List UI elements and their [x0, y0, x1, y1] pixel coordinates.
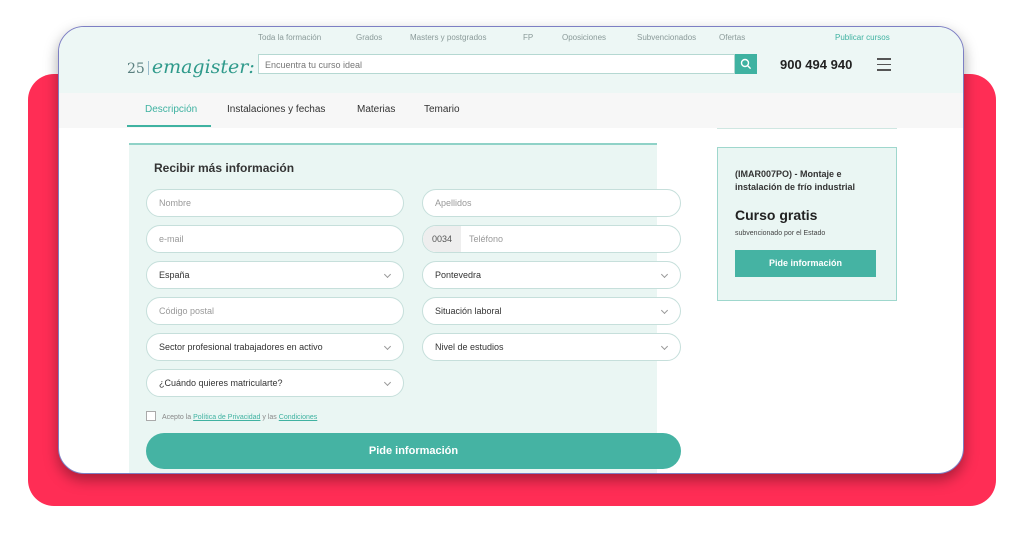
employment-status-select[interactable]: Situación laboral	[422, 297, 681, 325]
country-select[interactable]: España	[146, 261, 404, 289]
privacy-checkbox[interactable]	[146, 411, 156, 421]
site-header: Toda la formación Grados Masters y postg…	[59, 27, 963, 93]
search-box	[258, 54, 735, 74]
course-sidebar-card: (IMAR007PO) - Montaje e instalación de f…	[717, 147, 897, 301]
nav-link-toda-formacion[interactable]: Toda la formación	[258, 33, 321, 42]
site-logo[interactable]: 25 emagister:	[127, 56, 255, 78]
email-field[interactable]: e-mail	[146, 225, 404, 253]
nombre-field[interactable]: Nombre	[146, 189, 404, 217]
chevron-down-icon	[383, 270, 392, 279]
form-title: Recibir más información	[154, 161, 295, 175]
enrollment-time-select[interactable]: ¿Cuándo quieres matricularte?	[146, 369, 404, 397]
tab-descripcion[interactable]: Descripción	[145, 104, 197, 115]
telefono-placeholder: Teléfono	[469, 234, 504, 244]
consent-text-prefix: Acepto la	[162, 414, 194, 421]
search-input[interactable]	[259, 56, 705, 74]
apellidos-placeholder: Apellidos	[435, 198, 472, 208]
course-title: (IMAR007PO) - Montaje e instalación de f…	[735, 169, 856, 192]
province-value: Pontevedra	[435, 270, 482, 280]
country-value: España	[159, 270, 190, 280]
course-subsidy-note: subvencionado por el Estado	[735, 230, 826, 237]
education-level-value: Nivel de estudios	[435, 342, 504, 352]
phone-number[interactable]: 900 494 940	[780, 57, 852, 72]
postal-code-placeholder: Código postal	[159, 306, 215, 316]
employment-status-value: Situación laboral	[435, 306, 502, 316]
nombre-placeholder: Nombre	[159, 198, 192, 208]
nav-link-ofertas[interactable]: Ofertas	[719, 33, 745, 42]
info-request-form: Recibir más información Nombre Apellidos…	[129, 143, 681, 473]
course-price: Curso gratis	[735, 207, 818, 223]
province-select[interactable]: Pontevedra	[422, 261, 681, 289]
logo-divider	[147, 61, 149, 75]
chevron-down-icon	[383, 342, 392, 351]
enrollment-time-value: ¿Cuándo quieres matricularte?	[159, 378, 283, 388]
course-tabs: Descripción Instalaciones y fechas Mater…	[59, 93, 963, 128]
nav-link-fp[interactable]: FP	[523, 33, 533, 42]
nav-link-oposiciones[interactable]: Oposiciones	[562, 33, 606, 42]
professional-sector-select[interactable]: Sector profesional trabajadores en activ…	[146, 333, 404, 361]
phone-prefix: 0034	[423, 226, 461, 252]
telefono-field[interactable]: 0034 Teléfono	[422, 225, 681, 253]
chevron-down-icon	[660, 342, 669, 351]
active-tab-indicator	[127, 125, 211, 127]
nav-link-masters[interactable]: Masters y postgrados	[410, 33, 486, 42]
publish-courses-link[interactable]: Publicar cursos	[835, 33, 890, 42]
browser-screenshot: Toda la formación Grados Masters y postg…	[58, 26, 964, 474]
logo-anniversary-number: 25	[127, 61, 145, 77]
chevron-down-icon	[383, 378, 392, 387]
privacy-consent: Acepto la Política de Privacidad y las C…	[146, 411, 317, 421]
chevron-down-icon	[660, 270, 669, 279]
sidebar-request-button[interactable]: Pide información	[735, 250, 876, 277]
tab-instalaciones-fechas[interactable]: Instalaciones y fechas	[227, 104, 325, 115]
nav-link-subvencionados[interactable]: Subvencionados	[637, 33, 696, 42]
privacy-policy-link[interactable]: Política de Privacidad	[193, 414, 260, 421]
conditions-link[interactable]: Condiciones	[279, 414, 318, 421]
email-placeholder: e-mail	[159, 234, 184, 244]
nav-link-grados[interactable]: Grados	[356, 33, 382, 42]
consent-text-mid: y las	[260, 414, 279, 421]
submit-info-button[interactable]: Pide información	[146, 433, 681, 469]
search-icon	[740, 58, 752, 70]
chevron-down-icon	[660, 306, 669, 315]
apellidos-field[interactable]: Apellidos	[422, 189, 681, 217]
search-button[interactable]	[735, 54, 757, 74]
professional-sector-value: Sector profesional trabajadores en activ…	[159, 342, 323, 352]
sidebar-divider	[717, 128, 897, 129]
education-level-select[interactable]: Nivel de estudios	[422, 333, 681, 361]
hamburger-menu-icon[interactable]	[877, 58, 891, 75]
tab-temario[interactable]: Temario	[424, 104, 460, 115]
tab-materias[interactable]: Materias	[357, 104, 395, 115]
logo-brand: emagister:	[151, 56, 255, 78]
postal-code-field[interactable]: Código postal	[146, 297, 404, 325]
